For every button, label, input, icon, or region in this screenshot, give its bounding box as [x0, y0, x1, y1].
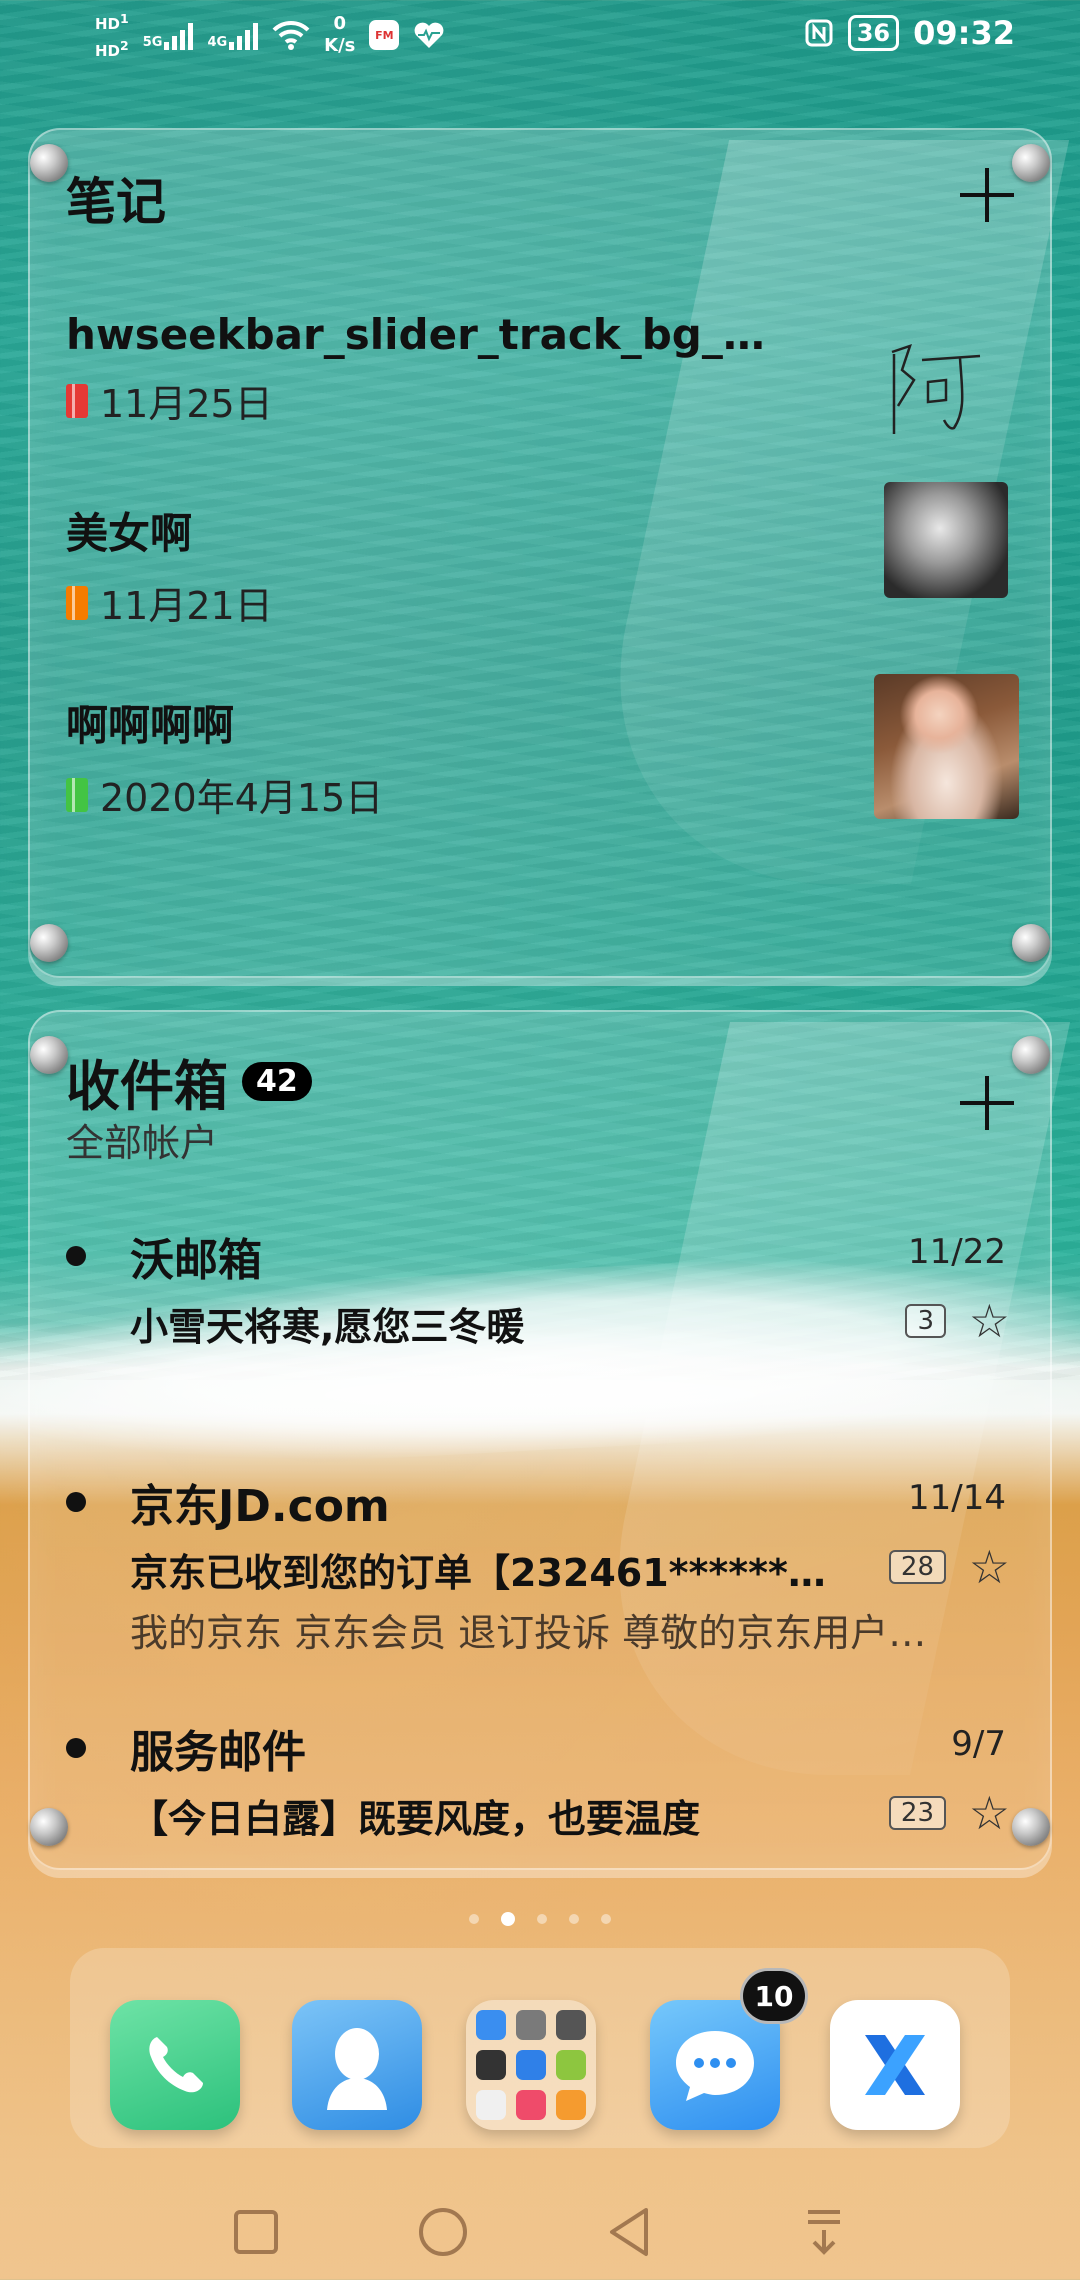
- add-note-button[interactable]: [952, 160, 1022, 230]
- screw-icon: [30, 144, 68, 182]
- fm-icon: FM: [369, 20, 400, 50]
- screw-icon: [30, 924, 68, 962]
- mail-subject: 京东已收到您的订单【232461******…: [130, 1551, 826, 1595]
- wifi-icon: [272, 20, 310, 50]
- notebook-icon: [66, 383, 88, 418]
- mail-date: 9/7: [951, 1724, 1006, 1764]
- page-dot: [469, 1914, 479, 1924]
- phone-icon: [149, 2037, 203, 2093]
- note-title: 美女啊: [66, 509, 193, 558]
- mail-sender: 服务邮件: [130, 1727, 306, 1778]
- folder-app-thumb: [556, 2090, 586, 2120]
- signal-4g-icon: 4G: [207, 20, 259, 50]
- note-thumbnail-photo: [874, 674, 1019, 819]
- contacts-icon: [327, 2028, 387, 2110]
- phone-app-icon[interactable]: [110, 2000, 240, 2130]
- notebook-icon: [66, 585, 88, 620]
- mail-item[interactable]: 京东JD.com 11/14 京东已收到您的订单【232461******… 2…: [66, 1470, 1046, 1655]
- page-indicator: [0, 1912, 1080, 1926]
- screw-icon: [30, 1036, 68, 1074]
- browser-x-app-icon[interactable]: [830, 2000, 960, 2130]
- note-item[interactable]: 美女啊 11月21日: [66, 500, 1026, 650]
- thread-count: 23: [888, 1796, 946, 1830]
- messages-badge: 10: [740, 1968, 808, 2024]
- clock: 09:32: [913, 14, 1015, 52]
- messages-icon: [676, 2031, 754, 2101]
- mail-sender: 沃邮箱: [130, 1235, 262, 1286]
- navigation-bar: [0, 2180, 1080, 2280]
- folder-app-thumb: [476, 2090, 506, 2120]
- page-dot-active: [501, 1912, 515, 1926]
- health-heart-icon: [415, 22, 444, 48]
- note-thumbnail-handwriting: [891, 344, 981, 434]
- folder-app-thumb: [476, 2050, 506, 2080]
- folder-app-thumb: [476, 2010, 506, 2040]
- net-speed: 0 K/s: [324, 13, 356, 56]
- mail-date: 11/22: [908, 1232, 1006, 1272]
- folder-app-thumb: [516, 2090, 546, 2120]
- unread-count-badge: 42: [242, 1062, 312, 1101]
- unread-dot: [66, 1492, 86, 1512]
- home-icon[interactable]: [413, 2202, 473, 2262]
- mail-subject: 小雪天将寒,愿您三冬暖: [130, 1305, 525, 1349]
- mail-date: 11/14: [908, 1478, 1006, 1518]
- mail-sender: 京东JD.com: [130, 1481, 390, 1532]
- folder-app-thumb: [556, 2010, 586, 2040]
- status-bar: HD1 HD2 5G 4G 0 K/s FM 36 09:32: [0, 0, 1080, 72]
- thread-count: 28: [888, 1550, 946, 1584]
- note-date: 11月21日: [100, 584, 273, 628]
- inbox-widget[interactable]: 收件箱 42 全部帐户 沃邮箱 11/22 小雪天将寒,愿您三冬暖 3 ☆ 京东…: [28, 1010, 1071, 1870]
- star-icon[interactable]: ☆: [969, 1540, 1010, 1594]
- folder-app-thumb: [516, 2010, 546, 2040]
- folder-app-thumb: [556, 2050, 586, 2080]
- mail-preview: 我的京东 京东会员 退订投诉 尊敬的京东用户…: [130, 1611, 927, 1655]
- signal-5g-icon: 5G: [143, 20, 194, 50]
- notes-title: 笔记: [66, 173, 166, 231]
- contacts-app-icon[interactable]: [292, 2000, 422, 2130]
- compose-mail-button[interactable]: [952, 1068, 1022, 1138]
- mail-item[interactable]: 沃邮箱 11/22 小雪天将寒,愿您三冬暖 3 ☆: [66, 1224, 1046, 1364]
- x-browser-icon: [865, 2035, 925, 2095]
- inbox-title: 收件箱: [66, 1055, 228, 1118]
- folder-app-thumb: [516, 2050, 546, 2080]
- recent-apps-icon[interactable]: [226, 2202, 286, 2262]
- back-icon[interactable]: [600, 2202, 660, 2262]
- unread-dot: [66, 1738, 86, 1758]
- notification-pull-icon[interactable]: [794, 2202, 854, 2262]
- thread-count: 3: [905, 1304, 946, 1338]
- inbox-account-label: 全部帐户: [66, 1121, 219, 1165]
- battery-indicator: 36: [847, 15, 900, 51]
- unread-dot: [66, 1246, 86, 1266]
- notes-widget[interactable]: 笔记 hwseekbar_slider_track_bg_e… 11月25日 美…: [28, 128, 1070, 978]
- note-thumbnail-photo: [884, 482, 1008, 598]
- screw-icon: [1012, 924, 1050, 962]
- note-date: 2020年4月15日: [100, 776, 384, 820]
- star-icon[interactable]: ☆: [969, 1786, 1010, 1840]
- app-folder[interactable]: [466, 2000, 596, 2130]
- screw-icon: [30, 1808, 68, 1846]
- note-title: 啊啊啊啊: [66, 701, 235, 750]
- nfc-icon: [805, 19, 833, 47]
- star-icon[interactable]: ☆: [969, 1294, 1010, 1348]
- mail-item[interactable]: 服务邮件 9/7 【今日白露】既要风度，也要温度 23 ☆: [66, 1716, 1046, 1846]
- page-dot: [537, 1914, 547, 1924]
- note-date: 11月25日: [100, 382, 273, 426]
- page-dot: [569, 1914, 579, 1924]
- hd-indicator: HD1 HD2: [95, 11, 129, 60]
- notebook-icon: [66, 777, 88, 812]
- mail-subject: 【今日白露】既要风度，也要温度: [130, 1797, 701, 1841]
- note-title: hwseekbar_slider_track_bg_e…: [66, 310, 786, 359]
- page-dot: [601, 1914, 611, 1924]
